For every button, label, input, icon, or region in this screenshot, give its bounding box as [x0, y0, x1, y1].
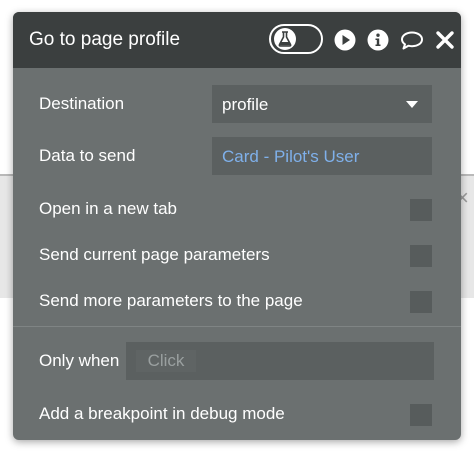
- info-icon[interactable]: [366, 28, 390, 52]
- debug-breakpoint-label: Add a breakpoint in debug mode: [39, 404, 285, 423]
- send-current-params-label: Send current page parameters: [39, 245, 270, 264]
- action-properties-panel: Go to page profile Destination profile D…: [13, 12, 461, 440]
- send-more-params-label: Send more parameters to the page: [39, 291, 303, 310]
- flask-icon: [278, 31, 292, 47]
- debug-toggle[interactable]: [269, 24, 323, 54]
- destination-dropdown[interactable]: profile: [212, 85, 432, 123]
- comment-icon[interactable]: [399, 28, 425, 52]
- play-icon[interactable]: [333, 28, 357, 52]
- only-when-label: Only when: [39, 351, 120, 370]
- data-to-send-label: Data to send: [39, 146, 136, 165]
- close-icon[interactable]: [433, 28, 457, 52]
- panel-header: Go to page profile: [13, 12, 461, 68]
- data-to-send-field[interactable]: Card - Pilot's User: [212, 137, 432, 175]
- only-when-condition-field[interactable]: Click: [126, 342, 434, 380]
- section-divider: [13, 326, 461, 327]
- destination-label: Destination: [39, 94, 125, 113]
- debug-breakpoint-checkbox[interactable]: [410, 404, 432, 426]
- toggle-knob: [274, 28, 296, 50]
- send-more-params-checkbox[interactable]: [410, 291, 432, 313]
- destination-value: profile: [222, 95, 269, 114]
- send-current-params-checkbox[interactable]: [410, 245, 432, 267]
- condition-placeholder[interactable]: Click: [136, 350, 196, 372]
- data-to-send-expression[interactable]: Card - Pilot's User: [222, 146, 359, 168]
- open-new-tab-checkbox[interactable]: [410, 199, 432, 221]
- panel-title: Go to page profile: [29, 29, 181, 50]
- chevron-down-icon: [406, 101, 418, 108]
- open-new-tab-label: Open in a new tab: [39, 199, 177, 218]
